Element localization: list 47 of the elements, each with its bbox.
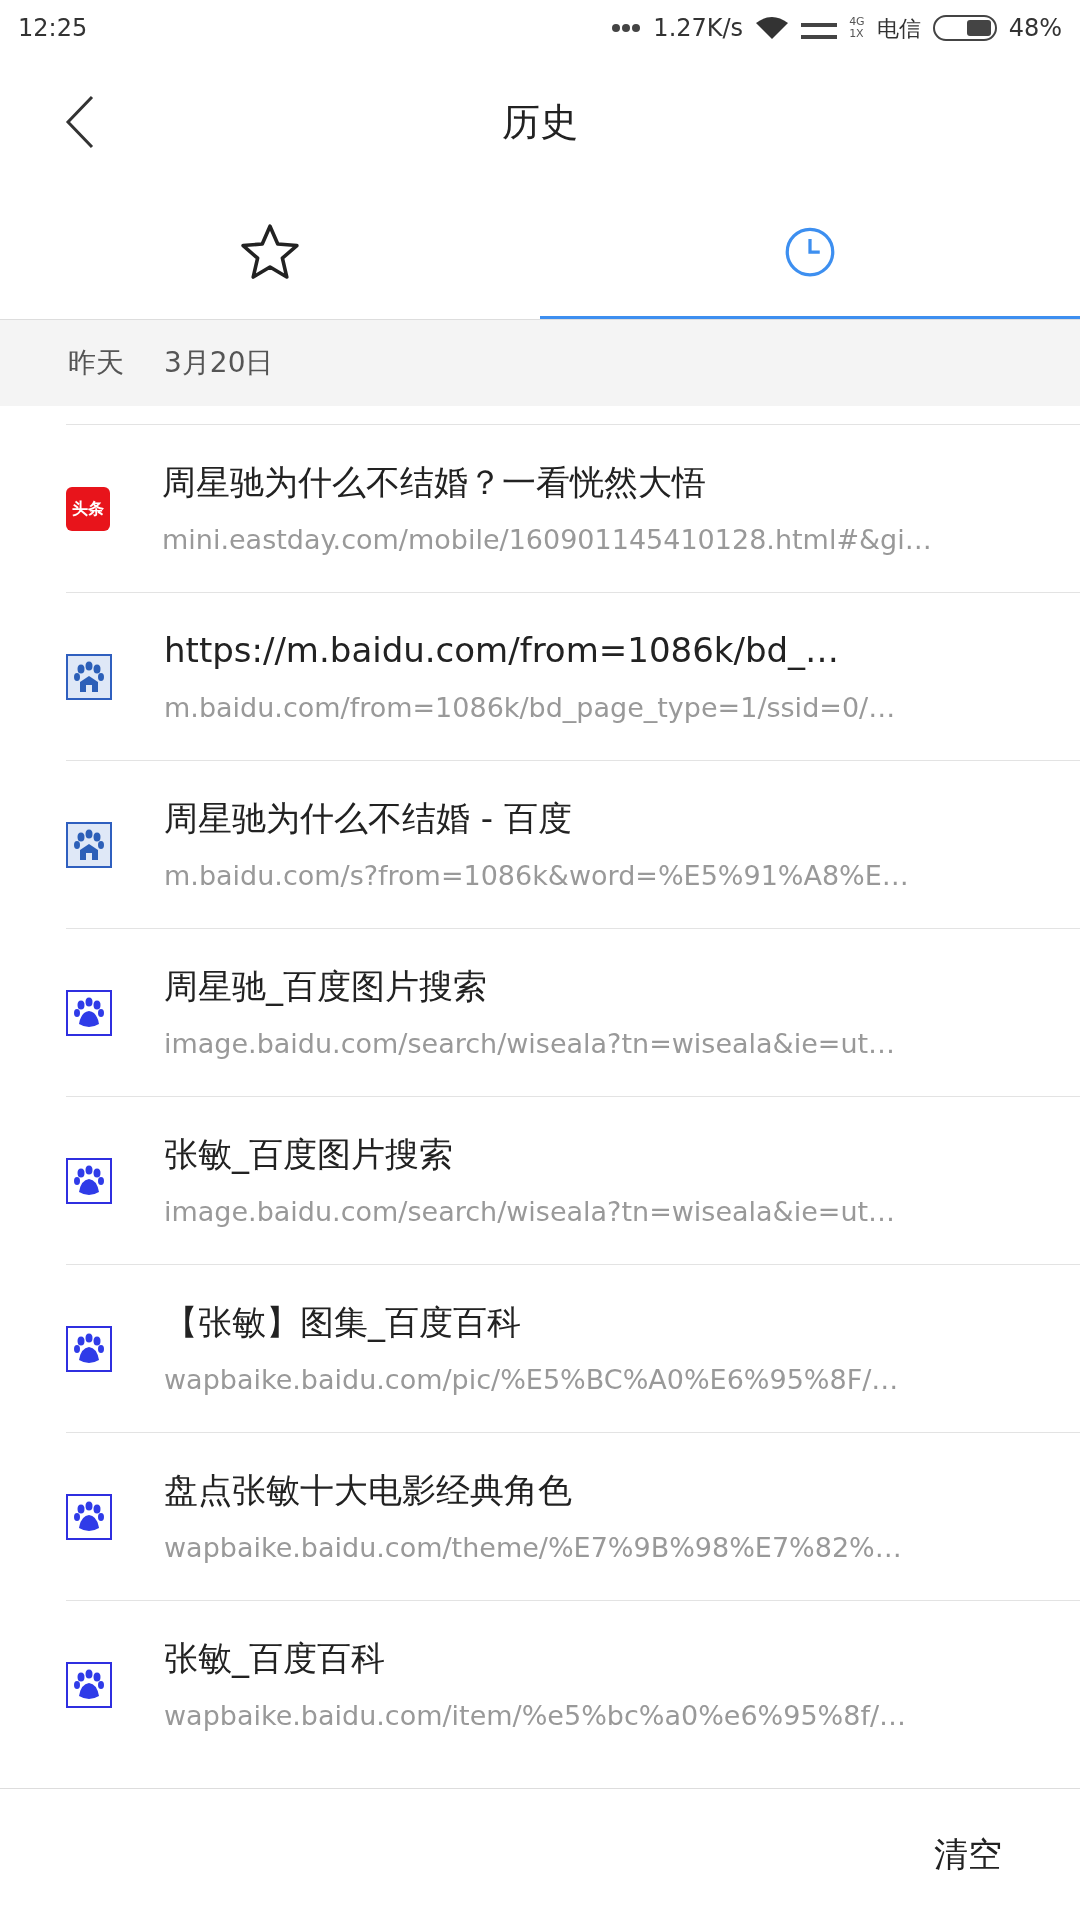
network-type: 4G bbox=[849, 16, 865, 28]
page-title-text: 周星驰为什么不结婚？一看恍然大悟 bbox=[162, 460, 707, 504]
star-icon bbox=[239, 222, 301, 282]
history-item[interactable]: 张敏_百度图片搜索 image.baidu.com/search/wiseala?tn=wiseala&ie=ut… bbox=[66, 1096, 1080, 1264]
dots-icon bbox=[611, 23, 642, 33]
page-url: image.baidu.com/search/wiseala?tn=wiseala&ie=ut… bbox=[164, 1194, 896, 1229]
page-url: mini.eastday.com/mobile/160901145410128.html#&gi… bbox=[162, 522, 932, 557]
page-url: wapbaike.baidu.com/item/%e5%bc%a0%e6%95%8f/… bbox=[164, 1698, 907, 1733]
clock-time: 12:25 bbox=[18, 13, 88, 44]
network-speed: 1.27K/s bbox=[653, 13, 744, 44]
history-item[interactable]: 盘点张敏十大电影经典角色 wapbaike.baidu.com/theme/%E7%9B%98%E7%82%… bbox=[66, 1432, 1080, 1600]
page-title-text: 周星驰为什么不结婚 - 百度 bbox=[164, 796, 573, 840]
date-label: 3月20日 bbox=[164, 345, 274, 381]
history-item[interactable]: 头条 周星驰为什么不结婚？一看恍然大悟 mini.eastday.com/mobile/160901145410128.html#&gi… bbox=[66, 424, 1080, 592]
paw-icon bbox=[66, 1157, 112, 1204]
page-title-text: 【张敏】图集_百度百科 bbox=[164, 1300, 522, 1344]
page-title-text: 盘点张敏十大电影经典角色 bbox=[164, 1468, 573, 1512]
paw-house-icon bbox=[66, 821, 112, 868]
history-item[interactable]: 周星驰_百度图片搜索 image.baidu.com/search/wiseala?tn=wiseala&ie=ut… bbox=[66, 928, 1080, 1096]
page-title-text: 周星驰_百度图片搜索 bbox=[164, 964, 488, 1008]
battery-icon bbox=[932, 15, 997, 41]
page-url: wapbaike.baidu.com/pic/%E5%BC%A0%E6%95%8F/… bbox=[164, 1362, 899, 1397]
carrier-name: 电信 bbox=[876, 14, 921, 43]
chevron-left-icon bbox=[65, 95, 95, 149]
day-label: 昨天 bbox=[68, 345, 124, 381]
paw-icon bbox=[66, 1325, 112, 1372]
history-item[interactable]: 张敏_百度百科 wapbaike.baidu.com/item/%e5%bc%a0%e6%95%8f/… bbox=[66, 1600, 1080, 1768]
network-type: 1X bbox=[849, 28, 865, 40]
battery-percent: 48% bbox=[1008, 13, 1062, 44]
paw-icon bbox=[66, 1493, 112, 1540]
history-item[interactable]: 【张敏】图集_百度百科 wapbaike.baidu.com/pic/%E5%BC%A0%E6%95%8F/… bbox=[66, 1264, 1080, 1432]
paw-house-icon bbox=[66, 653, 112, 700]
news-app-icon: 头条 bbox=[66, 486, 110, 531]
page-url: wapbaike.baidu.com/theme/%E7%9B%98%E7%82%… bbox=[164, 1530, 902, 1565]
clock-icon bbox=[784, 226, 836, 278]
page-url: image.baidu.com/search/wiseala?tn=wiseala&ie=ut… bbox=[164, 1026, 896, 1061]
history-item[interactable]: 周星驰为什么不结婚 - 百度 m.baidu.com/s?from=1086k&word=%E5%91%A8%E… bbox=[66, 760, 1080, 928]
page-url: m.baidu.com/from=1086k/bd_page_type=1/ssid=0/… bbox=[164, 690, 896, 725]
paw-icon bbox=[66, 1661, 112, 1708]
page-title-text: https://m.baidu.com/from=1086k/bd_… bbox=[164, 628, 841, 672]
history-item[interactable]: https://m.baidu.com/from=1086k/bd_… m.baidu.com/from=1086k/bd_page_type=1/ssid=0/… bbox=[66, 592, 1080, 760]
page-title-text: 张敏_百度图片搜索 bbox=[164, 1132, 454, 1176]
page-title: 历史 bbox=[502, 98, 578, 146]
paw-icon bbox=[66, 989, 112, 1036]
clear-button[interactable]: 清空 bbox=[920, 1819, 1016, 1890]
page-title-text: 张敏_百度百科 bbox=[164, 1636, 386, 1680]
page-url: m.baidu.com/s?from=1086k&word=%E5%91%A8%E… bbox=[164, 858, 909, 893]
